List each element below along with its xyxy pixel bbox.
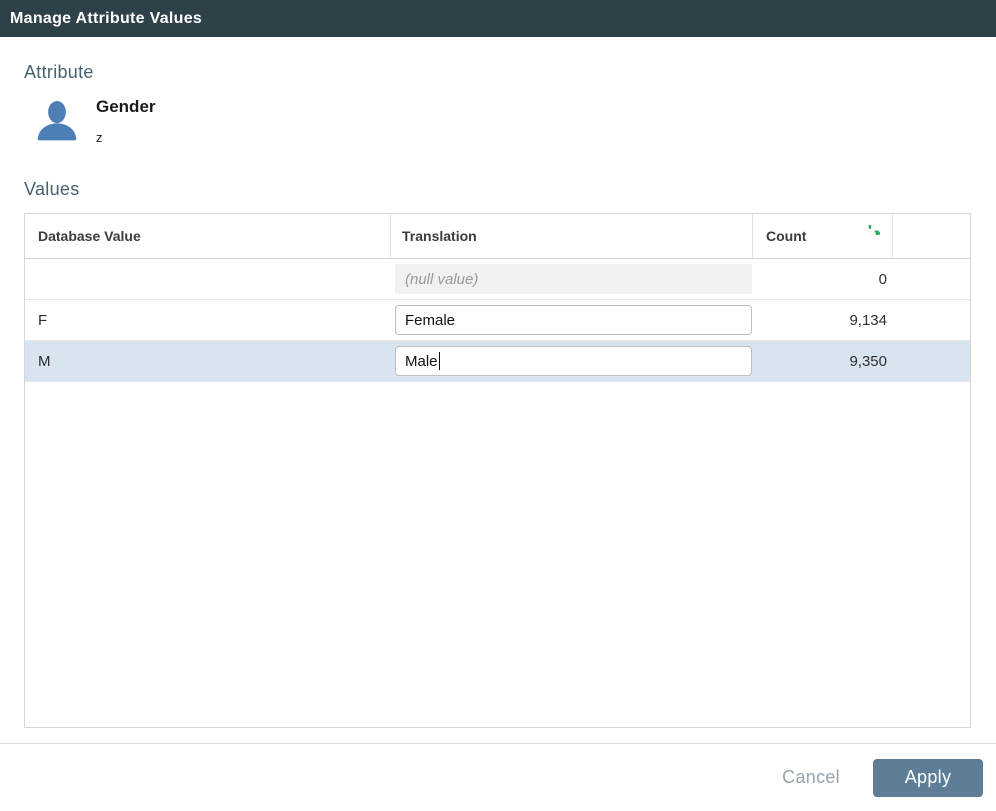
values-section-label: Values <box>24 179 972 200</box>
table-row-f[interactable]: F Female 9,134 <box>25 300 970 341</box>
column-header-empty <box>893 214 970 258</box>
refresh-counts-icon[interactable] <box>858 225 880 247</box>
count-cell: 9,350 <box>753 353 893 370</box>
translation-input-value: Male <box>405 353 438 370</box>
manage-attribute-values-dialog: Manage Attribute Values Attribute Gender… <box>0 0 996 811</box>
translation-input-value: Female <box>405 312 455 329</box>
count-cell: 0 <box>753 271 893 288</box>
count-cell: 9,134 <box>753 312 893 329</box>
apply-button[interactable]: Apply <box>873 759 983 797</box>
attribute-summary: Gender z <box>31 94 972 150</box>
table-row-m[interactable]: M Male 9,350 <box>25 341 970 382</box>
table-empty-area <box>25 382 970 727</box>
null-value-label: (null value) <box>405 271 478 288</box>
cancel-button[interactable]: Cancel <box>782 767 840 788</box>
dialog-title: Manage Attribute Values <box>10 10 202 28</box>
text-cursor <box>439 352 441 370</box>
column-header-count[interactable]: Count <box>753 214 893 258</box>
column-header-database-value[interactable]: Database Value <box>25 214 391 258</box>
database-value-cell: F <box>25 312 391 329</box>
count-header-label: Count <box>766 228 806 244</box>
values-table: Database Value Translation Count <box>24 213 971 728</box>
dialog-title-bar: Manage Attribute Values <box>0 0 996 37</box>
attribute-name: Gender <box>96 97 156 117</box>
table-row-null[interactable]: (null value) 0 <box>25 259 970 300</box>
dialog-footer: Cancel Apply <box>0 744 996 811</box>
dialog-body: Attribute Gender z Values Database Value… <box>0 37 996 728</box>
values-table-header: Database Value Translation Count <box>25 214 970 259</box>
attribute-section-label: Attribute <box>24 62 972 83</box>
attribute-info: Gender z <box>96 94 156 145</box>
translation-input-female[interactable]: Female <box>395 305 752 335</box>
database-value-cell: M <box>25 353 391 370</box>
attribute-subtitle: z <box>96 130 156 145</box>
null-value-box: (null value) <box>395 264 752 294</box>
translation-input-male[interactable]: Male <box>395 346 752 376</box>
person-icon <box>31 94 83 150</box>
column-header-translation[interactable]: Translation <box>391 214 753 258</box>
